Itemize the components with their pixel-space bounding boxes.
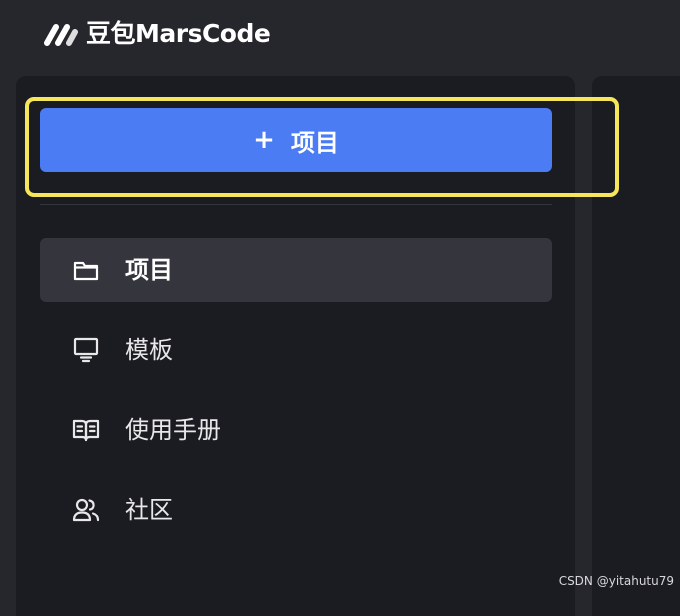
book-icon — [72, 416, 100, 444]
marscode-logo-icon — [44, 24, 78, 46]
users-icon — [72, 496, 100, 524]
app-logo[interactable]: 豆包MarsCode — [44, 17, 271, 51]
folder-icon — [72, 256, 100, 284]
new-project-button-label: 项目 — [290, 128, 339, 157]
nav-item-community[interactable]: 社区 — [40, 478, 552, 542]
top-header: 豆包MarsCode — [0, 0, 680, 70]
new-project-button[interactable]: + 项目 — [40, 108, 552, 172]
monitor-icon — [72, 336, 100, 364]
nav-item-templates[interactable]: 模板 — [40, 318, 552, 382]
sidebar-divider — [40, 204, 552, 205]
nav-item-label: 项目 — [125, 256, 173, 284]
nav-item-manual[interactable]: 使用手册 — [40, 398, 552, 462]
app-logo-text: 豆包MarsCode — [86, 19, 271, 48]
nav-item-label: 使用手册 — [125, 416, 221, 444]
nav-item-label: 模板 — [125, 336, 173, 364]
plus-icon: + — [253, 125, 275, 155]
main-panel — [592, 76, 680, 616]
nav-item-label: 社区 — [125, 496, 173, 524]
nav-item-projects[interactable]: 项目 — [40, 238, 552, 302]
watermark: CSDN @yitahutu79 — [558, 574, 674, 588]
